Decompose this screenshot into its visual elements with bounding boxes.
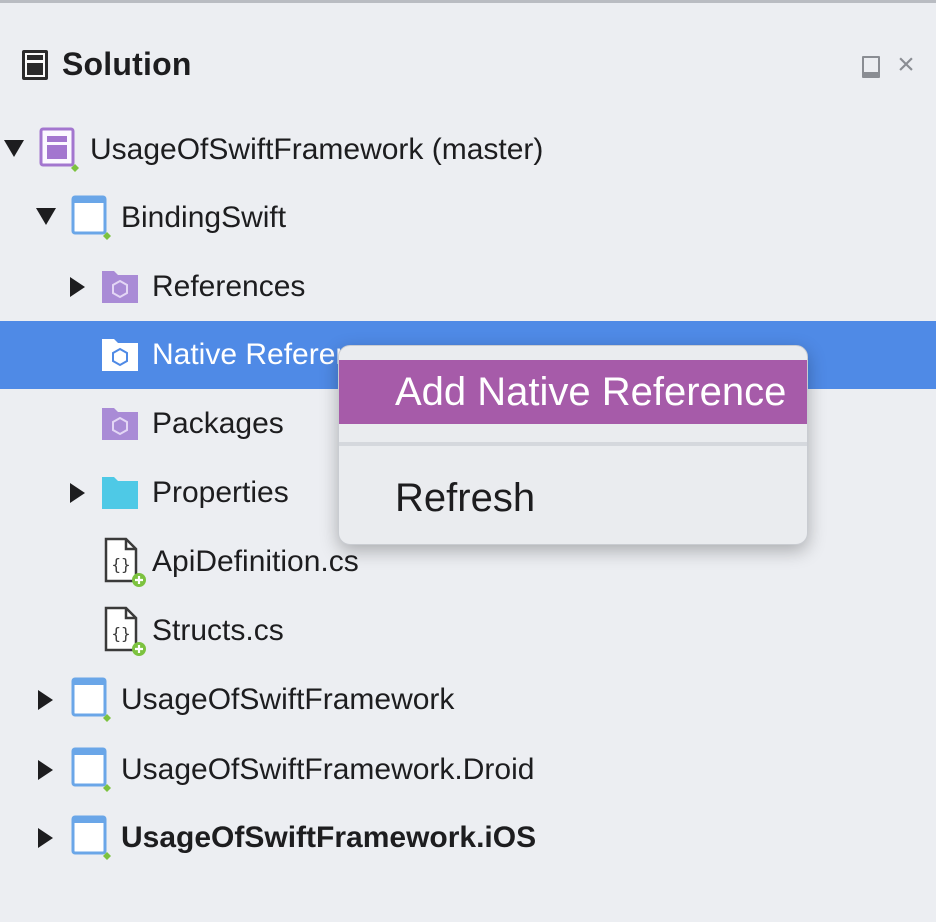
- solution-pad-header: Solution ×: [0, 30, 936, 102]
- expander-right-icon[interactable]: [70, 483, 85, 503]
- csharp-file-icon: {}: [104, 606, 146, 656]
- tree-label-solution: UsageOfSwiftFramework (master): [90, 133, 544, 166]
- expander-right-icon[interactable]: [38, 828, 53, 848]
- tree-row-project-bindingswift[interactable]: BindingSwift: [0, 184, 936, 252]
- project-icon: [71, 677, 111, 722]
- pad-title: Solution: [62, 46, 192, 82]
- solution-pad-icon: [22, 50, 48, 80]
- context-menu: Add Native Reference Refresh: [338, 345, 808, 545]
- tree-label-references: References: [152, 270, 306, 303]
- tree-row-project-droid[interactable]: UsageOfSwiftFramework.Droid: [0, 736, 936, 804]
- expander-down-icon[interactable]: [4, 140, 24, 157]
- folder-icon: [102, 477, 138, 509]
- expander-right-icon[interactable]: [70, 277, 85, 297]
- tree-label-properties: Properties: [152, 476, 289, 509]
- expander-right-icon[interactable]: [38, 690, 53, 710]
- close-icon[interactable]: ×: [894, 50, 918, 80]
- tree-label-usage: UsageOfSwiftFramework: [121, 683, 455, 716]
- svg-text:{}: {}: [111, 624, 130, 643]
- packages-folder-icon: [102, 408, 138, 440]
- menu-item-refresh[interactable]: Refresh: [339, 466, 807, 530]
- menu-item-add-native-reference[interactable]: Add Native Reference: [339, 360, 807, 424]
- tree-label-bindingswift: BindingSwift: [121, 201, 287, 234]
- tree-row-project-ios[interactable]: UsageOfSwiftFramework.iOS: [0, 804, 936, 872]
- window-top-border: [0, 0, 936, 3]
- expander-down-icon[interactable]: [36, 208, 56, 225]
- tree-row-references[interactable]: References: [0, 253, 936, 321]
- project-icon: [71, 815, 111, 860]
- tree-label-apidefinition: ApiDefinition.cs: [152, 545, 359, 578]
- tree-row-solution[interactable]: UsageOfSwiftFramework (master): [0, 116, 936, 184]
- tree-row-structs[interactable]: {} Structs.cs: [0, 597, 936, 665]
- dock-icon[interactable]: [862, 56, 880, 78]
- project-icon: [71, 195, 111, 240]
- tree-row-project-usage[interactable]: UsageOfSwiftFramework: [0, 666, 936, 734]
- tree-label-droid: UsageOfSwiftFramework.Droid: [121, 753, 535, 786]
- tree-label-structs: Structs.cs: [152, 614, 284, 647]
- menu-separator: [339, 442, 807, 446]
- solution-icon: [39, 127, 79, 172]
- svg-text:{}: {}: [111, 555, 130, 574]
- project-icon: [71, 747, 111, 792]
- csharp-file-icon: {}: [104, 537, 146, 587]
- references-folder-icon: [102, 271, 138, 303]
- tree-label-packages: Packages: [152, 407, 284, 440]
- expander-right-icon[interactable]: [38, 760, 53, 780]
- native-references-folder-icon: [102, 339, 138, 371]
- tree-label-ios: UsageOfSwiftFramework.iOS: [121, 821, 537, 854]
